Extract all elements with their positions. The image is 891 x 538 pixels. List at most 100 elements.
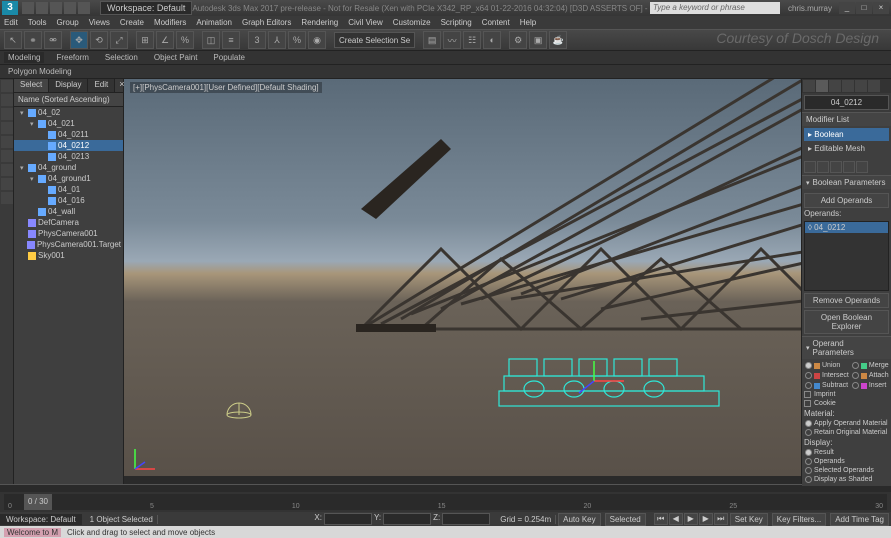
op-union[interactable]: Union	[804, 361, 850, 370]
modifier-editable-mesh[interactable]: ▸ Editable Mesh	[804, 142, 889, 155]
panel-tab-edit[interactable]: Edit	[88, 79, 115, 92]
app-logo[interactable]: 3	[2, 1, 18, 15]
make-unique-icon[interactable]	[830, 161, 842, 173]
menu-graph-editors[interactable]: Graph Editors	[242, 18, 291, 27]
tree-item-04-01[interactable]: 04_01	[14, 184, 123, 195]
menu-animation[interactable]: Animation	[196, 18, 232, 27]
freeze-icon[interactable]	[1, 178, 13, 190]
menu-rendering[interactable]: Rendering	[301, 18, 338, 27]
material-editor[interactable]: ◐	[483, 31, 501, 49]
menu-customize[interactable]: Customize	[393, 18, 431, 27]
tree-item-04-02[interactable]: ▾04_02	[14, 107, 123, 118]
imprint-checkbox[interactable]: Imprint	[804, 390, 889, 399]
op-merge[interactable]: Merge	[851, 361, 890, 370]
filter-icon[interactable]	[1, 122, 13, 134]
menu-tools[interactable]: Tools	[28, 18, 47, 27]
object-name-field[interactable]: 04_0212	[804, 95, 889, 110]
sync-icon[interactable]	[1, 150, 13, 162]
menu-help[interactable]: Help	[520, 18, 536, 27]
ribbon-tab-selection[interactable]: Selection	[101, 52, 142, 63]
move-tool[interactable]: ✥	[70, 31, 88, 49]
modify-tab-icon[interactable]	[816, 80, 828, 92]
tree-item-physcamera001-target[interactable]: PhysCamera001.Target	[14, 239, 123, 250]
tree-item-04-ground[interactable]: ▾04_ground	[14, 162, 123, 173]
snap-pct[interactable]: %	[288, 31, 306, 49]
op-subtract[interactable]: Subtract	[804, 381, 850, 390]
x-coord-input[interactable]	[324, 513, 372, 525]
tree-item-physcamera001[interactable]: PhysCamera001	[14, 228, 123, 239]
snap-3[interactable]: 3	[248, 31, 266, 49]
viewport-scrollbar[interactable]	[124, 476, 801, 484]
menu-modifiers[interactable]: Modifiers	[154, 18, 186, 27]
maxscript-prompt[interactable]: Welcome to M	[4, 528, 61, 537]
remove-modifier-icon[interactable]	[843, 161, 855, 173]
menu-scripting[interactable]: Scripting	[441, 18, 472, 27]
tree-header[interactable]: Name (Sorted Ascending)	[14, 93, 123, 107]
render[interactable]: ☕	[549, 31, 567, 49]
align-tool[interactable]: ≡	[222, 31, 240, 49]
prev-frame-button[interactable]: ◀	[669, 513, 683, 525]
minimize-button[interactable]: _	[839, 2, 855, 14]
operand-parameters-header[interactable]: ▾Operand Parameters	[802, 337, 891, 359]
modifier-list-dropdown[interactable]: Modifier List	[802, 113, 891, 126]
open-icon[interactable]	[36, 2, 48, 14]
op-attach[interactable]: Attach	[851, 371, 890, 380]
panel-tab-display[interactable]: Display	[49, 79, 88, 92]
tree-item-sky001[interactable]: Sky001	[14, 250, 123, 261]
open-boolean-explorer-button[interactable]: Open Boolean Explorer	[804, 310, 889, 334]
menu-civil-view[interactable]: Civil View	[348, 18, 383, 27]
material-opt-1[interactable]: Retain Original Material	[804, 428, 889, 437]
unlink-tool[interactable]: ⚮	[44, 31, 62, 49]
tree-item-04-016[interactable]: 04_016	[14, 195, 123, 206]
scale-tool[interactable]: ⤢	[110, 31, 128, 49]
autokey-button[interactable]: Auto Key	[558, 513, 600, 526]
render-frame[interactable]: ▣	[529, 31, 547, 49]
ribbon-tab-freeform[interactable]: Freeform	[52, 52, 92, 63]
user-name[interactable]: chris.murray	[788, 4, 832, 13]
display-tab-icon[interactable]	[855, 80, 867, 92]
z-coord-input[interactable]	[442, 513, 490, 525]
layer-manager[interactable]: ▤	[423, 31, 441, 49]
menu-edit[interactable]: Edit	[4, 18, 18, 27]
show-end-result-icon[interactable]	[817, 161, 829, 173]
operand-item[interactable]: ◊ 04_0212	[805, 222, 888, 233]
tree-item-defcamera[interactable]: DefCamera	[14, 217, 123, 228]
workspace-footer[interactable]: Workspace: Default	[0, 514, 82, 525]
panel-tab-select[interactable]: Select	[14, 79, 49, 92]
display-opt-0[interactable]: Result	[804, 448, 889, 457]
hide-icon[interactable]	[1, 192, 13, 204]
tree-item-04-0213[interactable]: 04_0213	[14, 151, 123, 162]
mirror-tool[interactable]: ◫	[202, 31, 220, 49]
y-coord-input[interactable]	[383, 513, 431, 525]
angle-snap[interactable]: ∠	[156, 31, 174, 49]
render-setup[interactable]: ⚙	[509, 31, 527, 49]
curve-editor[interactable]: 〰	[443, 31, 461, 49]
goto-start-button[interactable]: ⏮	[654, 513, 668, 525]
ribbon-tab-modeling[interactable]: Modeling	[4, 52, 44, 63]
selected-button[interactable]: Selected	[605, 513, 646, 526]
ribbon-tab-object paint[interactable]: Object Paint	[150, 52, 202, 63]
panel-scrollbar[interactable]	[0, 484, 891, 492]
menu-create[interactable]: Create	[120, 18, 144, 27]
setkey-button[interactable]: Set Key	[730, 513, 768, 526]
workspace-selector[interactable]: Workspace: Default	[100, 1, 192, 15]
viewport[interactable]: [+][PhysCamera001][User Defined][Default…	[124, 79, 801, 484]
menu-views[interactable]: Views	[89, 18, 110, 27]
close-button[interactable]: ×	[873, 2, 889, 14]
scene-explorer-icon[interactable]	[1, 80, 13, 92]
modifier-boolean[interactable]: ▸ Boolean	[804, 128, 889, 141]
ribbon-sub-label[interactable]: Polygon Modeling	[4, 66, 76, 77]
snap-angle[interactable]: ⅄	[268, 31, 286, 49]
play-button[interactable]: ▶	[684, 513, 698, 525]
material-opt-0[interactable]: Apply Operand Material	[804, 419, 889, 428]
new-icon[interactable]	[22, 2, 34, 14]
select-tool[interactable]: ↖	[4, 31, 22, 49]
lock-icon[interactable]	[1, 164, 13, 176]
tree-item-04-wall[interactable]: 04_wall	[14, 206, 123, 217]
redo-icon[interactable]	[78, 2, 90, 14]
save-icon[interactable]	[50, 2, 62, 14]
menu-group[interactable]: Group	[56, 18, 78, 27]
configure-sets-icon[interactable]	[856, 161, 868, 173]
undo-icon[interactable]	[64, 2, 76, 14]
tree-item-04-0212[interactable]: 04_0212	[14, 140, 123, 151]
